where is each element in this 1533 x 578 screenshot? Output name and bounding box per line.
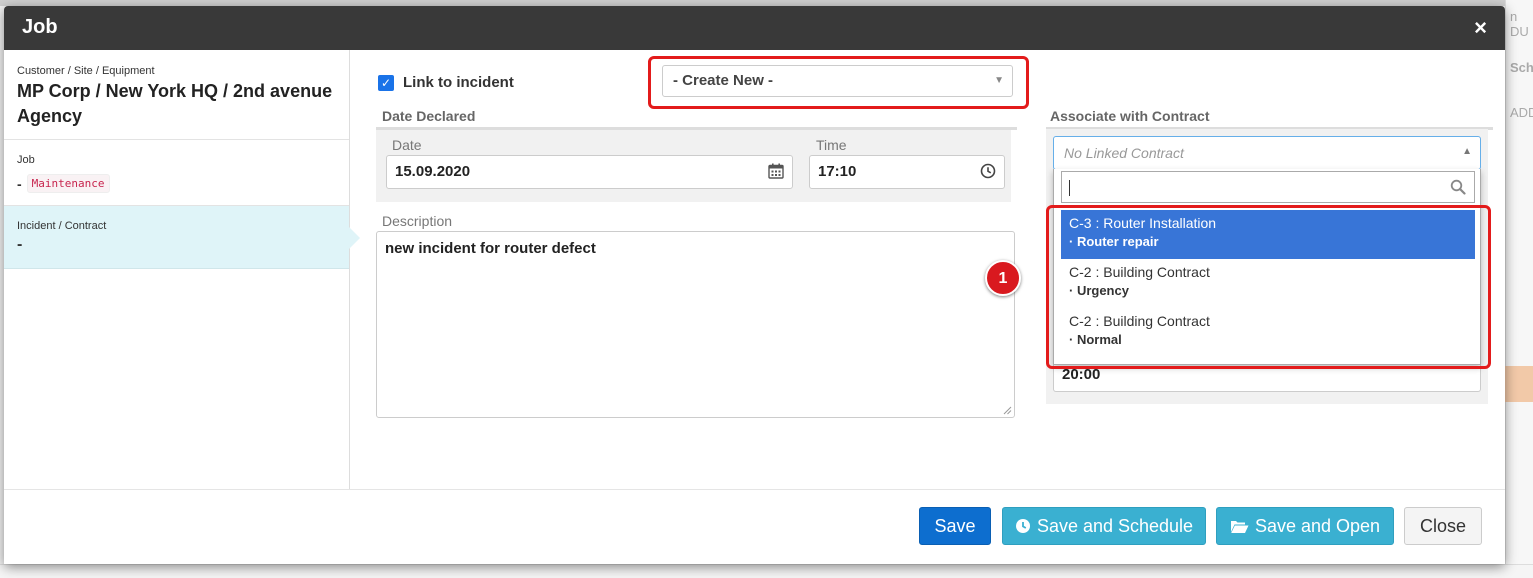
job-type-badge: Maintenance (26, 174, 110, 193)
save-and-schedule-label: Save and Schedule (1036, 515, 1194, 536)
annotation-number-badge: 1 (985, 260, 1021, 296)
customer-section[interactable]: Customer / Site / Equipment MP Corp / Ne… (4, 50, 349, 140)
incident-section[interactable]: Incident / Contract - (4, 206, 349, 269)
background-right-column (1505, 0, 1533, 578)
incident-select[interactable]: - Create New - ▼ (662, 65, 1013, 97)
background-text: n DU (1510, 9, 1529, 39)
save-and-open-label: Save and Open (1254, 515, 1381, 536)
modal-header: Job × (4, 6, 1505, 50)
search-icon (1450, 179, 1466, 195)
description-value: new incident for router defect (385, 240, 596, 257)
contract-option-title: C-2 : Building Contract (1069, 264, 1210, 280)
background-bottom (0, 564, 1533, 578)
contract-option-sub: · Urgency (1069, 283, 1129, 298)
resize-handle-icon[interactable] (1002, 405, 1012, 415)
hidden-time-value: 20:00 (1062, 366, 1101, 383)
contract-option[interactable]: C-2 : Building Contract · Urgency (1061, 259, 1475, 308)
customer-caption: Customer / Site / Equipment (17, 65, 155, 77)
job-dash: - (17, 175, 22, 192)
close-button-label: Close (1419, 515, 1467, 536)
incident-select-value: - Create New - (673, 72, 774, 89)
clock-icon[interactable] (980, 163, 996, 179)
date-declared-header: Date Declared (376, 108, 1017, 130)
active-section-arrow (349, 227, 360, 249)
contract-option-title: C-2 : Building Contract (1069, 313, 1210, 329)
time-label: Time (816, 137, 847, 153)
date-field[interactable]: 15.09.2020 (386, 155, 793, 189)
description-label: Description (382, 213, 453, 229)
incident-value: - (17, 236, 23, 253)
text-cursor (1069, 180, 1070, 196)
date-label: Date (392, 137, 422, 153)
calendar-icon[interactable] (768, 163, 784, 179)
save-and-open-button[interactable]: Save and Open (1216, 507, 1394, 545)
link-incident-label[interactable]: Link to incident (403, 74, 514, 91)
contract-option[interactable]: C-3 : Router Installation · Router repai… (1061, 210, 1475, 259)
clock-icon (1015, 519, 1030, 533)
left-panel: Customer / Site / Equipment MP Corp / Ne… (4, 50, 350, 489)
incident-caption: Incident / Contract (17, 220, 107, 232)
chevron-down-icon: ▼ (994, 75, 1004, 86)
contract-header: Associate with Contract (1046, 108, 1493, 130)
contract-option-sub: · Router repair (1069, 234, 1159, 249)
close-button[interactable]: Close (1404, 507, 1482, 545)
save-button[interactable]: Save (919, 507, 991, 545)
contract-select-placeholder: No Linked Contract (1064, 145, 1184, 161)
job-caption: Job (17, 154, 35, 166)
contract-select[interactable]: No Linked Contract ▲ (1053, 136, 1481, 170)
job-section[interactable]: Job - Maintenance (4, 140, 349, 206)
contract-dropdown: C-3 : Router Installation · Router repai… (1053, 169, 1481, 365)
background-highlight (1505, 366, 1533, 402)
background-text: ADD (1510, 105, 1533, 120)
save-button-label: Save (934, 515, 976, 536)
time-value: 17:10 (818, 163, 857, 180)
date-value: 15.09.2020 (395, 163, 471, 180)
customer-value: MP Corp / New York HQ / 2nd avenue Agenc… (17, 81, 333, 126)
chevron-up-icon: ▲ (1462, 146, 1472, 157)
background-text: Sche (1510, 60, 1533, 75)
check-icon: ✓ (380, 76, 392, 90)
link-incident-checkbox[interactable]: ✓ (378, 75, 394, 91)
modal-title: Job (22, 16, 58, 38)
description-textarea[interactable]: new incident for router defect (376, 231, 1015, 418)
hidden-time-field[interactable] (1053, 362, 1481, 392)
contract-option[interactable]: C-2 : Building Contract · Normal (1061, 308, 1475, 357)
contract-option-sub: · Normal (1069, 332, 1122, 347)
close-icon[interactable]: × (1474, 15, 1487, 41)
save-and-schedule-button[interactable]: Save and Schedule (1002, 507, 1206, 545)
contract-option-title: C-3 : Router Installation (1069, 215, 1217, 231)
time-field[interactable]: 17:10 (809, 155, 1005, 189)
contract-search-input[interactable] (1061, 171, 1475, 203)
folder-open-icon (1230, 520, 1249, 533)
